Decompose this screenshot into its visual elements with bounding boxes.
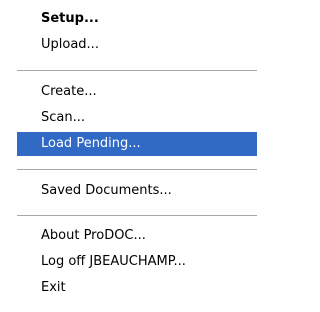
menu-item-upload[interactable]: Upload... [17, 33, 257, 57]
menu-separator [17, 70, 257, 72]
menu-separator [17, 169, 257, 171]
menu-item-log-off[interactable]: Log off JBEAUCHAMP... [17, 250, 257, 274]
menu-item-scan[interactable]: Scan... [17, 106, 257, 130]
menu-item-saved-documents[interactable]: Saved Documents... [17, 179, 257, 203]
menu-separator [17, 215, 257, 217]
menu-item-setup[interactable]: Setup... [17, 7, 257, 31]
context-menu: Setup... Upload... Create... Scan... Loa… [0, 0, 274, 312]
menu-item-about-prodoc[interactable]: About ProDOC... [17, 224, 257, 248]
menu-item-load-pending[interactable]: Load Pending... [17, 132, 257, 156]
menu-item-exit[interactable]: Exit [17, 276, 257, 300]
menu-item-create[interactable]: Create... [17, 80, 257, 104]
